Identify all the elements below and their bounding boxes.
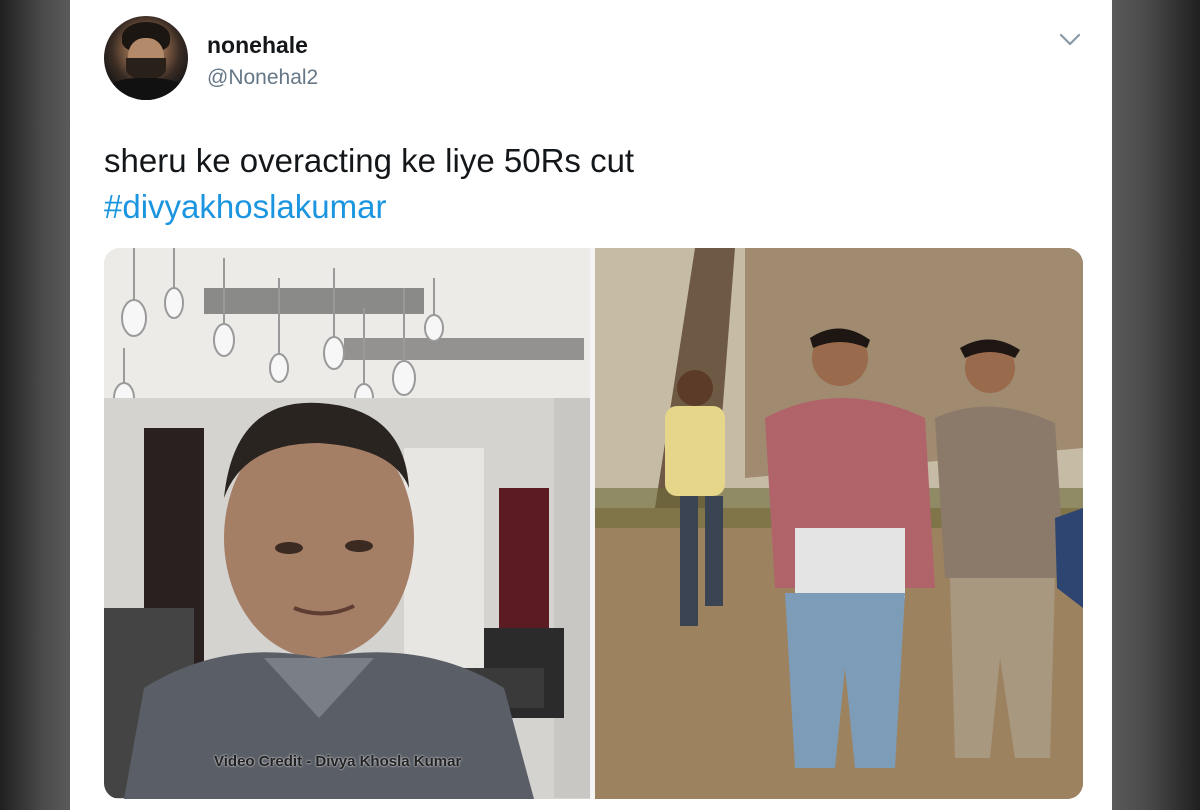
tweet-media[interactable]: Video Credit - Divya Khosla Kumar [104, 248, 1083, 799]
tweet-text: sheru ke overacting ke liye 50Rs cut #di… [104, 138, 634, 230]
avatar-shirt [108, 78, 184, 100]
profile-avatar[interactable] [104, 16, 188, 100]
video-credit-caption: Video Credit - Divya Khosla Kumar [214, 753, 462, 770]
left-scene-illustration [104, 248, 590, 799]
tweet-card: nonehale @Nonehal2 sheru ke overacting k… [70, 0, 1112, 810]
tweet-body: sheru ke overacting ke liye 50Rs cut [104, 142, 635, 179]
avatar-beard [126, 58, 166, 80]
right-backdrop [1112, 0, 1200, 810]
left-backdrop [0, 0, 70, 810]
user-handle[interactable]: @Nonehal2 [207, 66, 318, 90]
right-scene-illustration [595, 248, 1083, 799]
chevron-down-icon[interactable] [1056, 26, 1084, 54]
display-name[interactable]: nonehale [207, 32, 308, 59]
media-left-panel: Video Credit - Divya Khosla Kumar [104, 248, 590, 799]
hashtag-link[interactable]: #divyakhoslakumar [104, 184, 634, 230]
media-right-panel [595, 248, 1083, 799]
